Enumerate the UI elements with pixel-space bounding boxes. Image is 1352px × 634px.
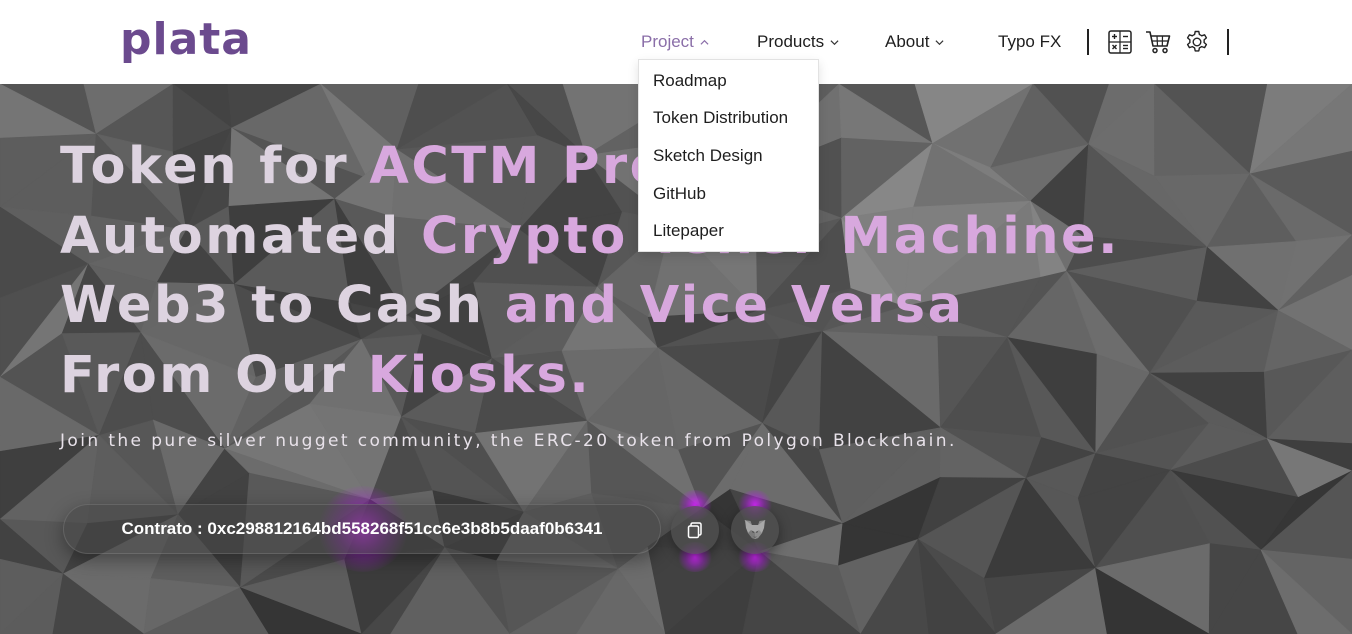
headline-text: Automated — [60, 206, 421, 266]
calculator-icon[interactable] — [1107, 29, 1133, 55]
chevron-down-icon — [830, 39, 839, 45]
contract-address-text: Contrato : 0xc298812164bd558268f51cc6e3b… — [121, 519, 603, 538]
nav-products-label: Products — [757, 32, 825, 51]
gear-icon[interactable] — [1184, 29, 1210, 55]
project-dropdown-menu: Roadmap Token Distribution Sketch Design… — [638, 59, 819, 252]
hero-headline: Token for ACTM Project Automated Crypto … — [60, 132, 1120, 410]
headline-line: From Our Kiosks. — [60, 341, 1120, 411]
hero-subtitle: Join the pure silver nugget community, t… — [60, 431, 957, 451]
nav-divider — [1087, 29, 1089, 55]
dropdown-item-litepaper[interactable]: Litepaper — [653, 221, 724, 241]
headline-line: Web3 to Cash and Vice Versa — [60, 271, 1120, 341]
headline-line: Automated Crypto Teller Machine. — [60, 202, 1120, 272]
nav-divider — [1227, 29, 1229, 55]
nav-project-label: Project — [641, 32, 694, 51]
nav-products[interactable]: Products — [757, 30, 839, 54]
dropdown-item-roadmap[interactable]: Roadmap — [653, 71, 727, 91]
nav-typo-fx-label: Typo FX — [998, 32, 1062, 51]
contract-address-field[interactable]: Contrato : 0xc298812164bd558268f51cc6e3b… — [63, 504, 661, 554]
copy-address-button[interactable] — [671, 506, 719, 554]
nav-typo-fx[interactable]: Typo FX — [998, 30, 1061, 54]
headline-highlight: Kiosks. — [367, 345, 592, 405]
dropdown-item-github[interactable]: GitHub — [653, 184, 706, 204]
nav-about[interactable]: About — [885, 30, 944, 54]
nav-about-label: About — [885, 32, 930, 51]
dropdown-item-token-distribution[interactable]: Token Distribution — [653, 108, 788, 128]
headline-text: Web3 to Cash — [60, 276, 505, 335]
cart-icon[interactable] — [1145, 29, 1171, 55]
chevron-up-icon — [700, 39, 709, 45]
add-to-metamask-button[interactable] — [731, 506, 779, 554]
dropdown-item-sketch-design[interactable]: Sketch Design — [653, 146, 763, 166]
metamask-fox-icon — [744, 520, 766, 539]
headline-highlight: and Vice Versa — [504, 276, 965, 335]
logo[interactable]: plata — [120, 14, 252, 66]
copy-icon — [687, 522, 702, 539]
headline-text: Token for — [60, 137, 370, 196]
headline-text: From Our — [60, 345, 368, 405]
nav-project[interactable]: Project — [641, 30, 709, 54]
chevron-down-icon — [935, 39, 944, 45]
headline-line: Token for ACTM Project — [60, 132, 1120, 202]
